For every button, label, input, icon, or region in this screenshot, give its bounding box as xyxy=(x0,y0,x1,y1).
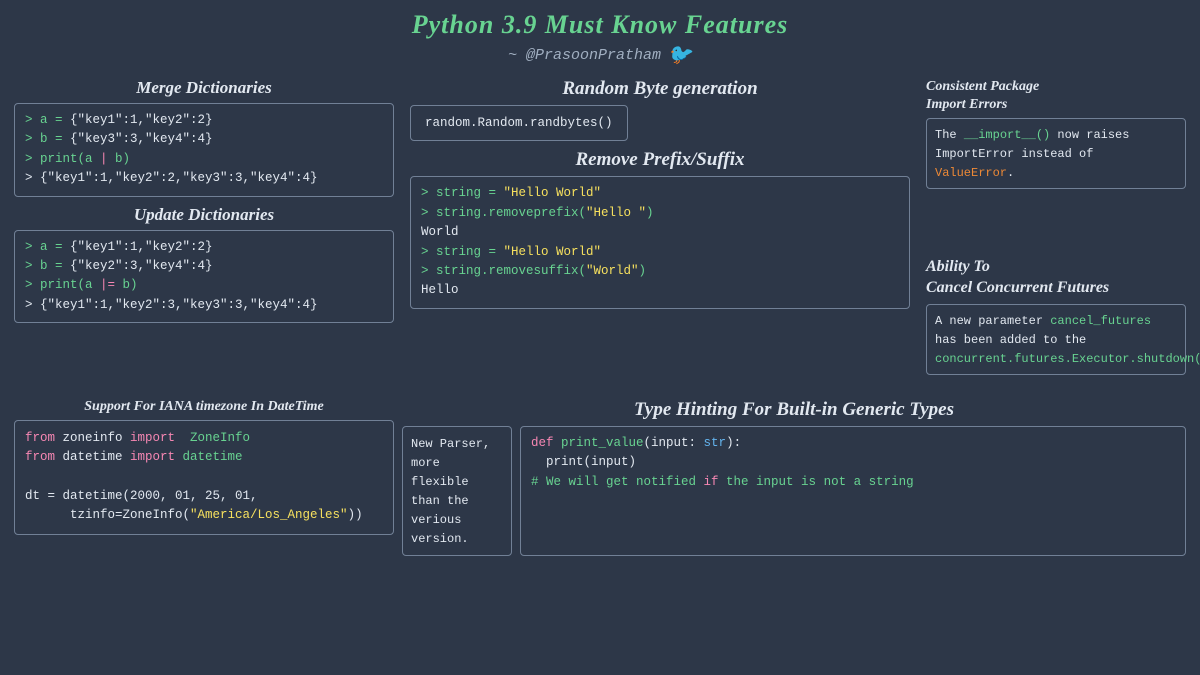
left-column: Merge Dictionaries > a = {"key1":1,"key2… xyxy=(14,78,394,375)
cancel-futures-section: Ability ToCancel Concurrent Futures A ne… xyxy=(926,257,1186,375)
type-hint-section: Type Hinting For Built-in Generic Types … xyxy=(402,399,1186,556)
merge-dict-code-box: > a = {"key1":1,"key2":2} > b = {"key3":… xyxy=(14,103,394,197)
right-column: Consistent PackageImport Errors The __im… xyxy=(926,78,1186,375)
update-dict-code: > a = {"key1":1,"key2":2} > b = {"key2":… xyxy=(25,238,383,316)
merge-dict-title: Merge Dictionaries xyxy=(14,78,394,98)
subtitle-row: ~ @PrasoonPratham 🐦 xyxy=(14,42,1186,68)
type-hint-code: def print_value(input: str): print(input… xyxy=(531,434,1175,492)
iana-title: Support For IANA timezone In DateTime xyxy=(14,399,394,415)
bottom-row: Support For IANA timezone In DateTime fr… xyxy=(14,399,1186,556)
iana-section: Support For IANA timezone In DateTime fr… xyxy=(14,399,394,556)
subtitle-text: ~ @PrasoonPratham xyxy=(508,47,661,64)
type-hint-inner: New Parser, more flexible than the verio… xyxy=(402,426,1186,556)
main-layout: Merge Dictionaries > a = {"key1":1,"key2… xyxy=(14,78,1186,391)
cancel-futures-prose: A new parameter cancel_futureshas been a… xyxy=(935,314,1200,366)
random-byte-code: random.Random.randbytes() xyxy=(425,116,613,130)
update-dict-code-box: > a = {"key1":1,"key2":2} > b = {"key2":… xyxy=(14,230,394,324)
remove-prefix-title: Remove Prefix/Suffix xyxy=(410,149,910,171)
cancel-futures-title: Ability ToCancel Concurrent Futures xyxy=(926,257,1186,299)
type-hint-title: Type Hinting For Built-in Generic Types xyxy=(402,399,1186,421)
cancel-futures-box: A new parameter cancel_futureshas been a… xyxy=(926,304,1186,375)
consistent-package-prose: The __import__() now raisesImportError i… xyxy=(935,128,1129,180)
consistent-package-title: Consistent PackageImport Errors xyxy=(926,78,1186,114)
random-byte-section: Random Byte generation random.Random.ran… xyxy=(410,78,910,141)
type-hint-code-box: def print_value(input: str): print(input… xyxy=(520,426,1186,556)
merge-dict-code: > a = {"key1":1,"key2":2} > b = {"key3":… xyxy=(25,111,383,189)
twitter-icon: 🐦 xyxy=(667,42,692,68)
remove-prefix-code: > string = "Hello World" > string.remove… xyxy=(421,184,899,300)
random-byte-title: Random Byte generation xyxy=(410,78,910,100)
middle-column: Random Byte generation random.Random.ran… xyxy=(402,78,918,375)
new-parser-box: New Parser, more flexible than the verio… xyxy=(402,426,512,556)
iana-code-box: from zoneinfo import ZoneInfo from datet… xyxy=(14,420,394,535)
main-page: Python 3.9 Must Know Features ~ @Prasoon… xyxy=(0,0,1200,675)
remove-prefix-section: Remove Prefix/Suffix > string = "Hello W… xyxy=(410,149,910,308)
update-dict-title: Update Dictionaries xyxy=(14,205,394,225)
consistent-package-box: The __import__() now raisesImportError i… xyxy=(926,118,1186,189)
iana-code: from zoneinfo import ZoneInfo from datet… xyxy=(25,429,383,526)
merge-dict-section: Merge Dictionaries > a = {"key1":1,"key2… xyxy=(14,78,394,197)
new-parser-text: New Parser, more flexible than the verio… xyxy=(411,437,490,546)
consistent-package-section: Consistent PackageImport Errors The __im… xyxy=(926,78,1186,189)
update-dict-section: Update Dictionaries > a = {"key1":1,"key… xyxy=(14,205,394,324)
page-title: Python 3.9 Must Know Features xyxy=(14,10,1186,40)
random-byte-code-box: random.Random.randbytes() xyxy=(410,105,628,141)
remove-prefix-code-box: > string = "Hello World" > string.remove… xyxy=(410,176,910,308)
